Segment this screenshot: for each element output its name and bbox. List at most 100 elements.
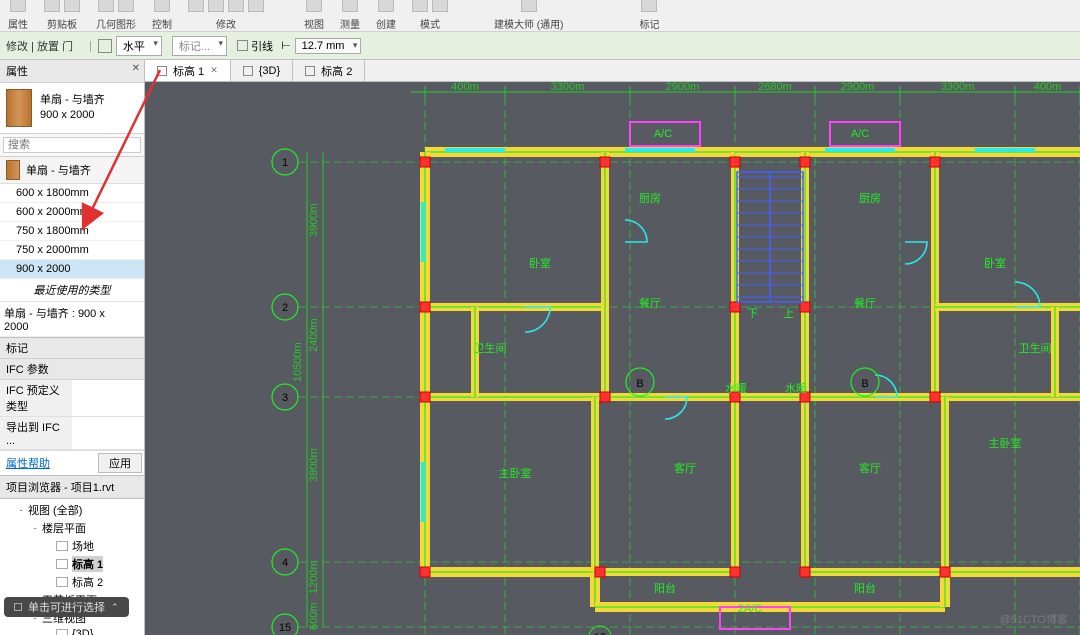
svg-text:阳台: 阳台 bbox=[654, 581, 676, 595]
props-section-tag: 标记 bbox=[0, 338, 144, 359]
type-selector[interactable]: 单扇 - 与墙齐 900 x 2000 bbox=[0, 83, 144, 134]
svg-text:2900m: 2900m bbox=[666, 82, 700, 93]
type-option[interactable]: 750 x 1800mm bbox=[0, 222, 144, 241]
tag-icon[interactable] bbox=[641, 0, 657, 12]
tag-button[interactable]: 标记... bbox=[172, 36, 227, 56]
prop-label: 导出到 IFC ... bbox=[0, 417, 72, 449]
ribbon-group-mode[interactable]: 模式 bbox=[412, 0, 448, 31]
connect-icon[interactable] bbox=[118, 0, 134, 12]
leader-value[interactable]: 12.7 mm bbox=[295, 38, 362, 54]
family-name: 单扇 - 与墙齐 bbox=[40, 93, 105, 108]
drawing-canvas[interactable]: 400m3300m2900m2680m2900m3300m400m1234153… bbox=[145, 82, 1080, 635]
ribbon-group-tag[interactable]: 标记 bbox=[639, 0, 659, 31]
ribbon-group-modify[interactable]: 修改 bbox=[188, 0, 264, 31]
move-icon[interactable] bbox=[188, 0, 204, 12]
trim-icon[interactable] bbox=[248, 0, 264, 12]
dropdown-family-header[interactable]: 单扇 - 与墙齐 bbox=[0, 157, 144, 184]
tree-item[interactable]: -楼层平面 bbox=[2, 519, 142, 537]
search-input[interactable] bbox=[3, 137, 141, 153]
view-tabs: 标高 1✕ {3D} 标高 2 bbox=[145, 60, 1080, 82]
level-icon[interactable] bbox=[98, 39, 112, 53]
svg-text:A/C: A/C bbox=[851, 128, 869, 140]
paste-icon[interactable] bbox=[44, 0, 60, 12]
ribbon-group-measure[interactable]: 测量 bbox=[340, 0, 360, 31]
svg-text:卫生间: 卫生间 bbox=[1019, 341, 1052, 355]
tab-3d[interactable]: {3D} bbox=[231, 60, 293, 81]
close-icon[interactable]: ✕ bbox=[210, 65, 218, 76]
type-dropdown[interactable]: 单扇 - 与墙齐 600 x 1800mm 600 x 2000mm 750 x… bbox=[0, 157, 144, 338]
svg-text:2: 2 bbox=[282, 302, 288, 314]
load-icon[interactable] bbox=[412, 0, 428, 12]
status-bar: 单击可进行选择 ⌃ bbox=[4, 597, 129, 617]
svg-text:A/C: A/C bbox=[654, 128, 672, 140]
apply-button[interactable]: 应用 bbox=[98, 453, 142, 473]
model-icon[interactable] bbox=[432, 0, 448, 12]
tree-item[interactable]: {3D} bbox=[2, 627, 142, 635]
tree-item[interactable]: -视图 (全部) bbox=[2, 501, 142, 519]
ribbon-group-geometry[interactable]: 几何图形 bbox=[96, 0, 136, 31]
svg-text:4: 4 bbox=[282, 557, 288, 569]
browser-header: 项目浏览器 - 项目1.rvt bbox=[0, 476, 144, 499]
svg-text:3: 3 bbox=[282, 392, 288, 404]
properties-panel-header: 属性 ✕ bbox=[0, 60, 144, 83]
svg-text:3900m: 3900m bbox=[308, 203, 320, 237]
type-option[interactable]: 750 x 2000mm bbox=[0, 241, 144, 260]
tree-item[interactable]: 标高 1 bbox=[2, 555, 142, 573]
svg-text:下: 下 bbox=[747, 308, 758, 320]
sidebar: 属性 ✕ 单扇 - 与墙齐 900 x 2000 单扇 - 与墙齐 600 x … bbox=[0, 60, 145, 635]
svg-text:2900m: 2900m bbox=[841, 82, 875, 93]
ribbon-group-properties[interactable]: 属性 bbox=[8, 0, 28, 31]
level-dropdown[interactable]: 水平 bbox=[116, 36, 162, 56]
view-icon bbox=[157, 66, 167, 76]
type-option[interactable]: 600 x 1800mm bbox=[0, 184, 144, 203]
ribbon-group-control[interactable]: 控制 bbox=[152, 0, 172, 31]
ribbon: 属性 剪贴板 几何图形 控制 修改 视图 测量 创建 模式 建模大师 (通用) … bbox=[0, 0, 1080, 32]
prop-value[interactable] bbox=[72, 380, 144, 416]
properties-grid: 标记 IFC 参数 IFC 预定义类型 导出到 IFC ... 属性帮助 应用 bbox=[0, 338, 144, 475]
measure-icon[interactable] bbox=[342, 0, 358, 12]
svg-text:3300m: 3300m bbox=[551, 82, 585, 93]
type-option[interactable]: 600 x 2000mm bbox=[0, 203, 144, 222]
svg-text:2680m: 2680m bbox=[758, 82, 792, 93]
svg-text:餐厅: 餐厅 bbox=[639, 296, 661, 310]
view-icon[interactable] bbox=[306, 0, 322, 12]
ribbon-group-master[interactable]: 建模大师 (通用) bbox=[494, 0, 563, 31]
properties-icon[interactable] bbox=[10, 0, 26, 12]
cut-icon[interactable] bbox=[64, 0, 80, 12]
prop-value[interactable] bbox=[72, 417, 144, 449]
tree-item[interactable]: 标高 2 bbox=[2, 573, 142, 591]
chevron-up-icon[interactable]: ⌃ bbox=[111, 602, 119, 613]
ribbon-group-clipboard[interactable]: 剪贴板 bbox=[44, 0, 80, 31]
type-option-selected[interactable]: 900 x 2000 bbox=[0, 260, 144, 279]
context-label: 修改 | 放置 门 bbox=[6, 38, 73, 54]
type-name: 900 x 2000 bbox=[40, 108, 105, 123]
join-icon[interactable] bbox=[98, 0, 114, 12]
master-icon[interactable] bbox=[521, 0, 537, 12]
svg-text:3300m: 3300m bbox=[941, 82, 975, 93]
copy-icon[interactable] bbox=[208, 0, 224, 12]
svg-text:400m: 400m bbox=[451, 82, 479, 93]
view-icon bbox=[243, 66, 253, 76]
svg-text:1200m: 1200m bbox=[308, 560, 320, 594]
svg-text:卧室: 卧室 bbox=[984, 256, 1006, 270]
recent-type-item[interactable]: 单扇 - 与墙齐 : 900 x 2000 bbox=[0, 302, 144, 337]
ribbon-group-create[interactable]: 创建 bbox=[376, 0, 396, 31]
canvas-area: 标高 1✕ {3D} 标高 2 400m 3300m 2900m 2680m 2900m… bbox=[145, 60, 1080, 635]
tab-level1[interactable]: 标高 1✕ bbox=[145, 60, 231, 81]
tab-level2[interactable]: 标高 2 bbox=[293, 60, 365, 81]
close-icon[interactable]: ✕ bbox=[132, 63, 140, 74]
leader-checkbox[interactable] bbox=[237, 40, 248, 51]
ribbon-group-view[interactable]: 视图 bbox=[304, 0, 324, 31]
door-mini-icon bbox=[6, 160, 20, 180]
search-bar bbox=[0, 134, 144, 157]
recent-types-label: 最近使用的类型 bbox=[0, 279, 144, 302]
leader-label: 引线 bbox=[251, 38, 273, 54]
svg-text:1: 1 bbox=[282, 157, 288, 169]
svg-text:主卧室: 主卧室 bbox=[499, 466, 532, 480]
properties-help-link[interactable]: 属性帮助 bbox=[0, 452, 56, 474]
tree-item[interactable]: 场地 bbox=[2, 537, 142, 555]
rotate-icon[interactable] bbox=[228, 0, 244, 12]
prop-label: IFC 预定义类型 bbox=[0, 380, 72, 416]
create-icon[interactable] bbox=[378, 0, 394, 12]
activate-icon[interactable] bbox=[154, 0, 170, 12]
